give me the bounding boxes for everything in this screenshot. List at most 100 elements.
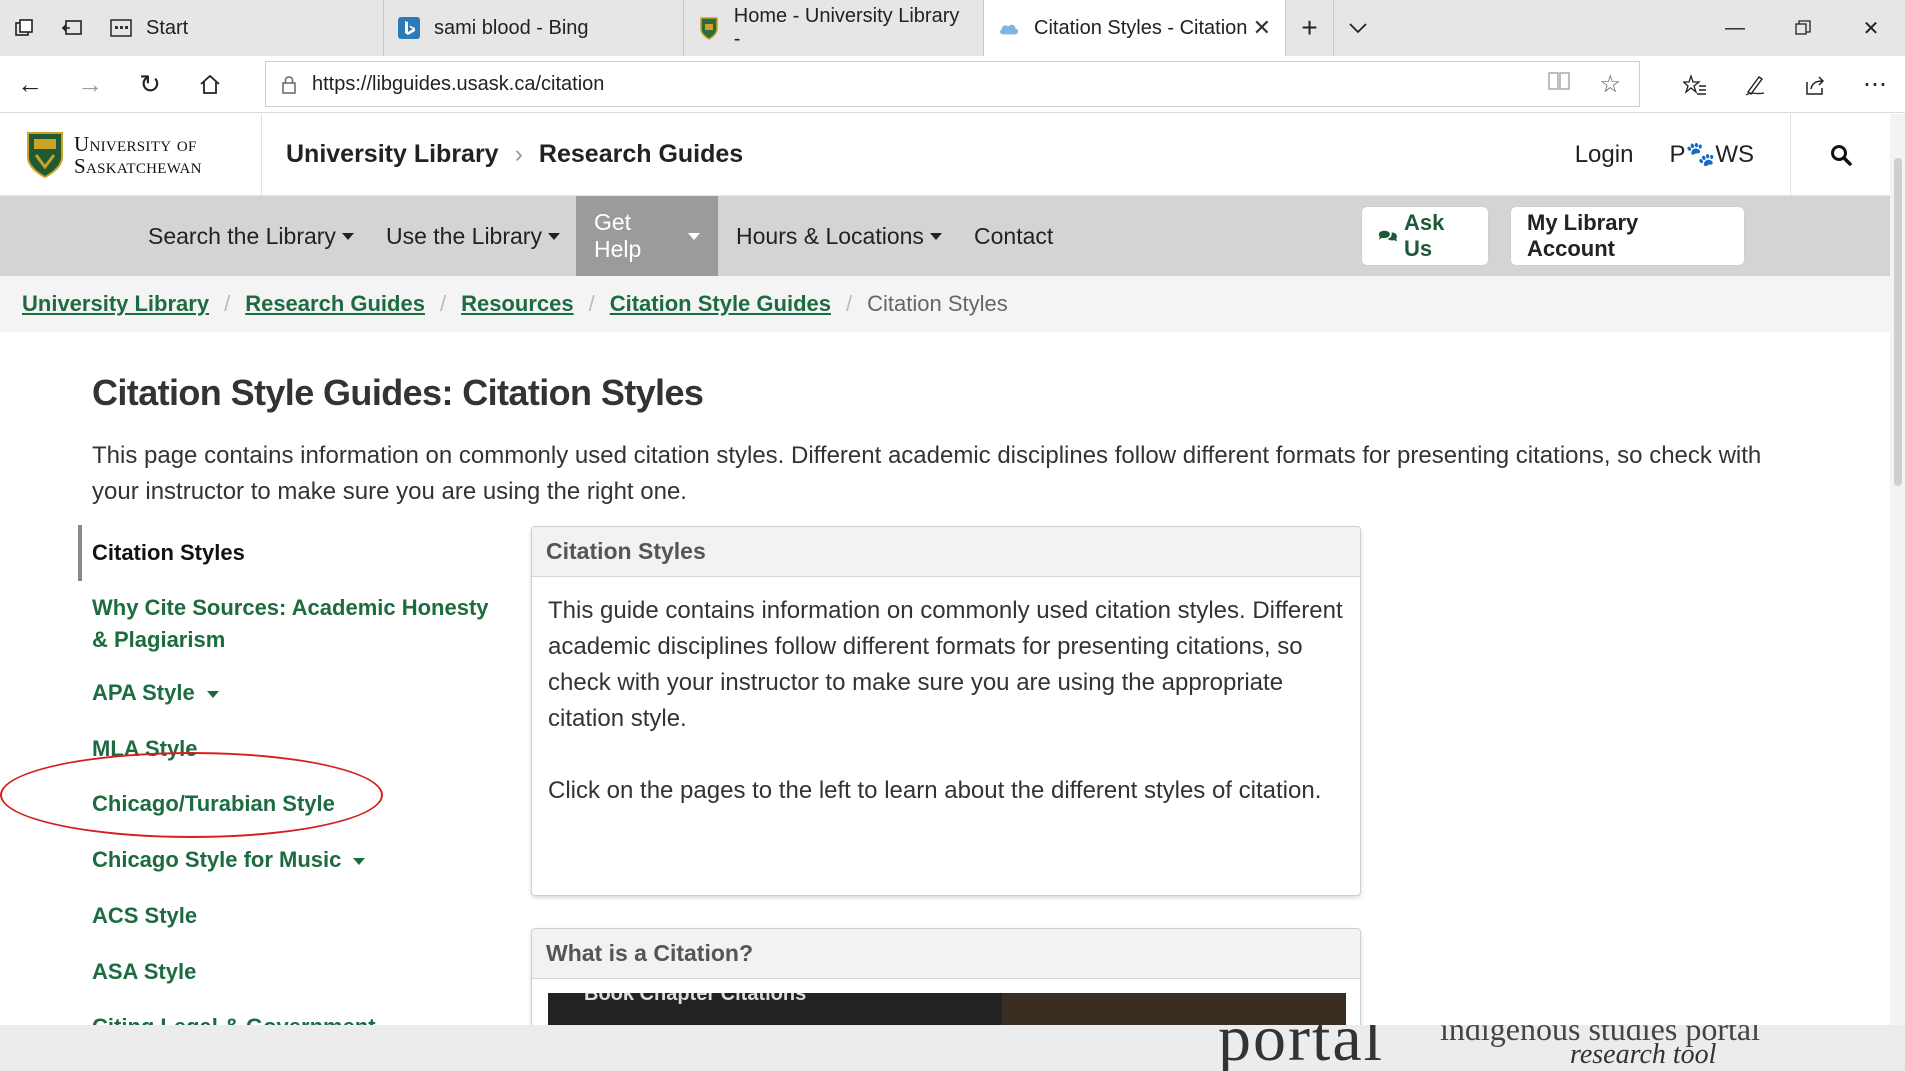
set-tabs-aside-icon[interactable] [48,0,96,56]
sidenav-apa-style[interactable]: APA Style [92,677,492,709]
breadcrumb-separator: / [439,291,447,316]
tab-citation-styles[interactable]: Citation Styles - Citation ✕ [984,0,1286,56]
my-library-account-button[interactable]: My Library Account [1510,206,1745,266]
caret-down-icon[interactable] [206,690,219,698]
header-breadcrumb: University Library › Research Guides [262,140,743,169]
account-label: My Library Account [1527,210,1639,261]
nav-get-help[interactable]: Get Help [576,196,718,276]
more-options-icon[interactable]: ⋯ [1845,56,1905,113]
box-title: Citation Styles [532,527,1360,577]
tab-bing[interactable]: sami blood - Bing [384,0,684,56]
header-crumb-library[interactable]: University Library [286,140,499,169]
caret-down-icon[interactable] [353,857,366,865]
login-link[interactable]: Login [1557,141,1652,169]
new-tab-button[interactable]: + [1286,0,1334,56]
breadcrumb-separator: / [588,291,595,316]
box-title: What is a Citation? [532,929,1360,979]
breadcrumb: University Library / Research Guides / R… [0,276,1890,332]
nav-search-the-library[interactable]: Search the Library [130,196,372,276]
tab-home-library[interactable]: Home - University Library - [684,0,984,56]
favorite-star-icon[interactable]: ☆ [1599,70,1621,99]
back-icon[interactable]: ← [0,56,60,113]
url-text[interactable]: https://libguides.usask.ca/citation [312,73,604,96]
banner-portal-text: portal [1218,1025,1384,1071]
nav-label: Use the Library [386,222,542,249]
breadcrumb-current: Citation Styles [867,291,1008,316]
active-indicator [78,525,82,581]
box-paragraph: This guide contains information on commo… [548,597,1343,732]
breadcrumb-research-guides[interactable]: Research Guides [245,291,425,317]
home-icon[interactable] [180,56,240,113]
breadcrumb-separator: / [224,291,231,316]
caret-down-icon [929,232,942,240]
sidenav-asa-style[interactable]: ASA Style [92,956,492,988]
usask-crest-icon [27,131,63,178]
bing-icon [398,17,420,39]
sidenav-acs-style[interactable]: ACS Style [92,900,492,932]
scroll-thumb[interactable] [1894,158,1902,486]
share-icon[interactable] [1785,56,1845,113]
chat-icon [1378,230,1398,242]
site-header: University of Saskatchewan University Li… [0,113,1890,196]
close-window-icon[interactable]: ✕ [1837,0,1905,56]
video-embed[interactable]: Book Chapter Citations [548,993,1346,1025]
video-title: Book Chapter Citations [584,993,807,1005]
nav-hours-locations[interactable]: Hours & Locations [718,196,960,276]
caret-down-icon [547,232,560,240]
close-tab-icon[interactable]: ✕ [1253,15,1271,41]
usask-logo[interactable]: University of Saskatchewan [0,113,262,196]
box-paragraph: Click on the pages to the left to learn … [548,777,1322,804]
address-toolbar: ← → ↻ https://libguides.usask.ca/citatio… [0,56,1905,113]
breadcrumb-university-library[interactable]: University Library [22,291,209,317]
sidenav-why-cite-sources[interactable]: Why Cite Sources: Academic Honesty & Pla… [92,592,492,656]
tab-start[interactable]: Start [96,0,384,56]
sidenav-label: Chicago Style for Music [92,847,342,872]
header-crumb-guides[interactable]: Research Guides [539,140,743,169]
minimize-icon[interactable]: — [1701,0,1769,56]
cloud-icon [998,17,1020,39]
search-icon[interactable] [1790,113,1890,196]
tab-label: Citation Styles - Citation [1034,16,1248,39]
nav-use-the-library[interactable]: Use the Library [368,196,578,276]
plus-icon: + [1301,12,1318,43]
sidenav-label: APA Style [92,680,195,705]
sidenav-citation-styles[interactable]: Citation Styles [92,537,492,569]
usask-shield-icon [698,17,720,40]
ask-us-button[interactable]: Ask Us [1361,206,1489,266]
page-title: Citation Style Guides: Citation Styles [92,372,704,413]
main-navigation: Search the Library Use the Library Get H… [0,196,1890,276]
tab-label: Home - University Library - [733,5,960,50]
nav-contact[interactable]: Contact [956,196,1071,276]
lock-icon [266,74,312,94]
url-bar[interactable]: https://libguides.usask.ca/citation ☆ [265,61,1640,107]
caret-down-icon [341,232,354,240]
restore-icon[interactable] [1769,0,1837,56]
reading-view-icon[interactable] [1547,70,1571,99]
ask-us-label: Ask Us [1404,210,1445,261]
page-description: This page contains information on common… [92,442,1762,505]
nav-label: Contact [974,222,1054,249]
page-scrollbar[interactable] [1890,114,1905,1025]
browser-tab-bar: Start sami blood - Bing Home - Universit… [0,0,1905,56]
tab-label: sami blood - Bing [434,16,589,39]
breadcrumb-citation-style-guides[interactable]: Citation Style Guides [610,291,831,317]
breadcrumb-separator: / [845,291,853,316]
start-icon [110,17,132,39]
tab-preview-chevron-icon[interactable] [1334,0,1382,56]
sidenav-chicago-music[interactable]: Chicago Style for Music [92,844,492,876]
paws-link[interactable]: P🐾WS [1651,140,1772,169]
nav-label: Hours & Locations [736,222,924,249]
logo-line-2: Saskatchewan [74,153,202,178]
favorites-hub-icon[interactable] [1665,56,1725,113]
caret-down-icon [688,232,700,240]
citation-styles-box: Citation Styles This guide contains info… [531,526,1361,896]
forward-icon[interactable]: → [60,56,120,113]
tab-label: Start [146,16,189,39]
refresh-icon[interactable]: ↻ [120,56,180,113]
nav-label: Get Help [594,209,642,262]
video-thumbnail [1002,993,1346,1025]
tab-actions-icon[interactable] [0,0,48,56]
annotation-ellipse [0,752,383,838]
breadcrumb-resources[interactable]: Resources [461,291,574,317]
pen-notes-icon[interactable] [1725,56,1785,113]
